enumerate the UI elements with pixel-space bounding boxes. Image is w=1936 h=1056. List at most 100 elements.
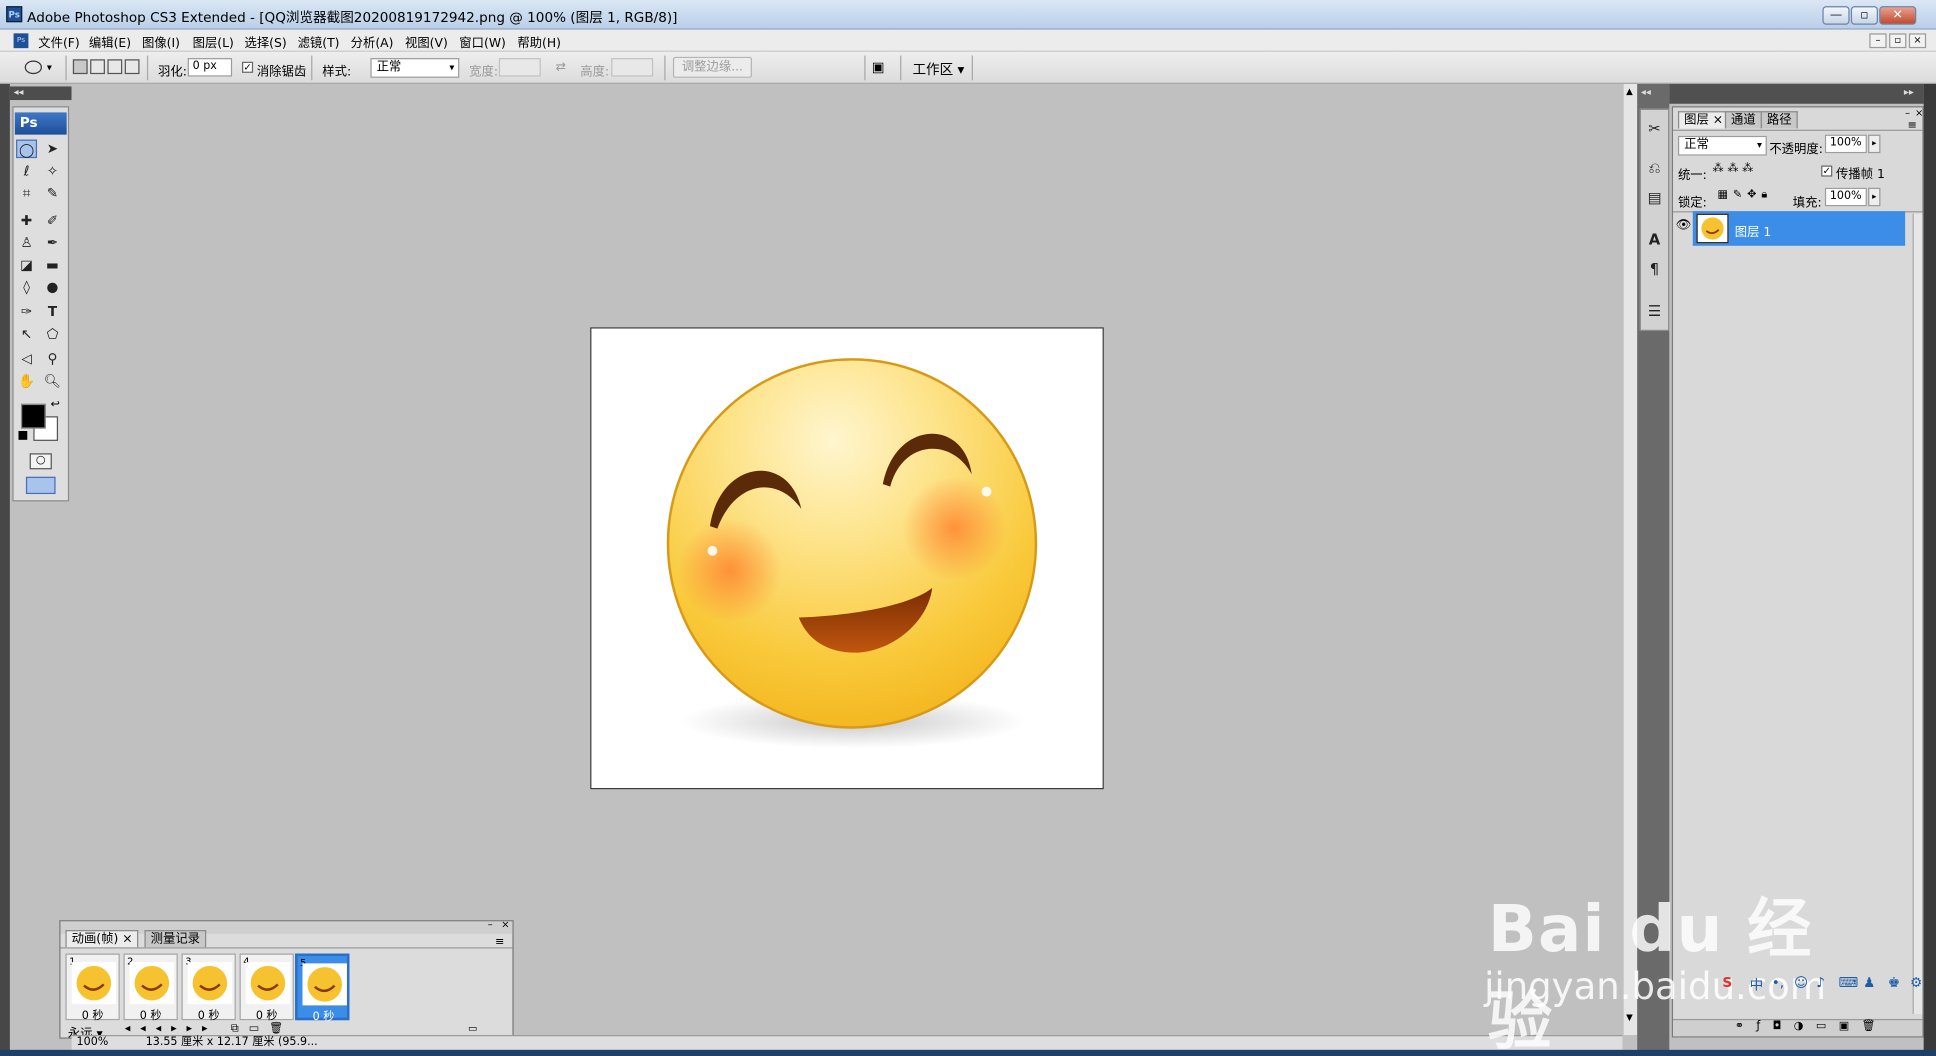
crop-tool[interactable]: ⌗ bbox=[16, 184, 37, 203]
frame-delay[interactable]: 0 秒 bbox=[67, 1007, 119, 1022]
animation-frame-selected[interactable]: 5 0 秒 bbox=[295, 953, 350, 1024]
pen-tool[interactable]: ✑ bbox=[16, 303, 37, 322]
elliptical-marquee-tool[interactable]: ◯ bbox=[16, 139, 38, 159]
layer-action-icons[interactable]: ⚭ƒ◘◑▭▣🗑︎ bbox=[1735, 1020, 1888, 1032]
panel-close-icon[interactable]: × bbox=[501, 919, 509, 930]
minimize-button[interactable]: — bbox=[1822, 6, 1850, 25]
punctuation-icon[interactable]: •, bbox=[1772, 974, 1784, 990]
layer-row[interactable]: 图层 1 bbox=[1692, 211, 1906, 246]
add-selection-icon[interactable] bbox=[90, 59, 105, 75]
document-info[interactable]: 13.55 厘米 x 12.17 厘米 (95.9... bbox=[146, 1036, 318, 1050]
keyboard-icon[interactable]: ⌨ bbox=[1838, 974, 1858, 990]
magic-wand-tool[interactable]: ✧ bbox=[42, 162, 63, 181]
foreground-color-swatch[interactable] bbox=[20, 403, 46, 429]
style-select[interactable]: 正常 ▾ bbox=[370, 58, 460, 78]
menu-window[interactable]: 窗口(W) bbox=[459, 32, 506, 51]
scroll-down-icon[interactable]: ▼ bbox=[1626, 1013, 1633, 1023]
frame-delay[interactable]: 0 秒 bbox=[298, 1008, 350, 1024]
animation-frame[interactable]: 2 0 秒 bbox=[123, 953, 178, 1023]
frame-delay[interactable]: 0 秒 bbox=[183, 1007, 235, 1022]
eye-visibility-icon[interactable]: 👁︎ bbox=[1675, 219, 1691, 233]
subtract-selection-icon[interactable] bbox=[107, 59, 123, 75]
ime-mode-icon[interactable]: 中 bbox=[1750, 974, 1764, 994]
dock-expand-icon[interactable]: ◂◂ bbox=[1641, 86, 1651, 97]
playback-controls[interactable]: ◂◂◂▸▸▸ bbox=[125, 1023, 218, 1035]
toolbox-collapse-bar[interactable]: ◂◂ bbox=[9, 86, 72, 101]
emoji-icon[interactable]: ☺ bbox=[1794, 974, 1808, 990]
gradient-tool[interactable]: ▬ bbox=[42, 256, 63, 275]
opacity-input[interactable]: 100% bbox=[1824, 134, 1867, 154]
user-icon[interactable]: ♟ bbox=[1863, 974, 1875, 990]
animation-frame[interactable]: 3 0 秒 bbox=[181, 953, 236, 1023]
menu-layer[interactable]: 图层(L) bbox=[193, 32, 234, 51]
antialias-checkbox[interactable]: ✓ bbox=[242, 61, 254, 73]
doc-restore-button[interactable]: ▫ bbox=[1889, 33, 1907, 49]
animation-frame[interactable]: 1 0 秒 bbox=[65, 953, 120, 1023]
timeline-toggle-icon[interactable]: ▭ bbox=[468, 1023, 477, 1034]
fill-input[interactable]: 100% bbox=[1824, 187, 1867, 207]
voice-icon[interactable]: ♪ bbox=[1816, 974, 1825, 990]
refine-edge-button[interactable]: 调整边缘... bbox=[672, 56, 752, 78]
panel-minimize-icon[interactable]: – bbox=[488, 919, 493, 930]
lasso-tool[interactable]: ℓ bbox=[16, 162, 37, 181]
quick-mask-icon[interactable]: ○ bbox=[29, 453, 52, 470]
eyedropper-tool[interactable]: ⚲ bbox=[42, 350, 63, 369]
new-selection-icon[interactable] bbox=[72, 59, 88, 75]
unify-icons[interactable]: ⁂⁂⁂ bbox=[1713, 163, 1757, 175]
menu-image[interactable]: 图像(I) bbox=[142, 32, 180, 51]
swap-icon[interactable]: ⇄ bbox=[556, 61, 566, 75]
frame-delay[interactable]: 0 秒 bbox=[125, 1007, 177, 1022]
maximize-button[interactable]: ▫ bbox=[1850, 6, 1878, 25]
hand-tool[interactable]: ✋ bbox=[16, 372, 37, 391]
clone-stamp-tool[interactable]: ♙ bbox=[16, 233, 37, 252]
zoom-tool[interactable]: 🔍︎ bbox=[42, 372, 63, 391]
chevron-down-icon[interactable]: ▾ bbox=[47, 62, 52, 73]
type-tool[interactable]: T bbox=[42, 303, 63, 322]
info-panel-icon[interactable]: ☰ bbox=[1643, 300, 1665, 322]
opacity-slider-button[interactable]: ▸ bbox=[1868, 134, 1881, 154]
menu-edit[interactable]: 编辑(E) bbox=[89, 32, 131, 51]
skin-icon[interactable]: ♚ bbox=[1888, 974, 1900, 990]
brush-tool[interactable]: ✐ bbox=[42, 211, 63, 230]
fill-slider-button[interactable]: ▸ bbox=[1868, 187, 1881, 207]
tab-channels[interactable]: 通道 bbox=[1724, 111, 1762, 129]
sogou-ime-icon[interactable]: S bbox=[1722, 974, 1732, 990]
history-brush-tool[interactable]: ✒ bbox=[42, 233, 63, 252]
shape-tool[interactable]: ⬠ bbox=[42, 325, 63, 344]
actions-panel-icon[interactable]: ▤ bbox=[1643, 187, 1665, 209]
doc-close-button[interactable]: × bbox=[1908, 33, 1927, 49]
panel-close-icon[interactable]: × bbox=[1915, 107, 1923, 118]
healing-brush-tool[interactable]: ✚ bbox=[16, 211, 37, 230]
blur-tool[interactable]: ◊ bbox=[16, 278, 37, 297]
panel-minimize-icon[interactable]: – bbox=[1905, 107, 1910, 118]
menu-file[interactable]: 文件(F) bbox=[38, 32, 79, 51]
document-icon[interactable]: Ps bbox=[13, 33, 29, 49]
canvas-vertical-scrollbar[interactable]: ▲ ▼ bbox=[1622, 83, 1638, 1036]
frame-action-icons[interactable]: ⧉▭🗑︎ bbox=[231, 1023, 293, 1035]
intersect-selection-icon[interactable] bbox=[124, 59, 140, 75]
scroll-up-icon[interactable]: ▲ bbox=[1626, 86, 1633, 96]
frame-delay[interactable]: 0 秒 bbox=[241, 1007, 293, 1022]
doc-minimize-button[interactable]: – bbox=[1869, 33, 1887, 49]
close-button[interactable]: ✕ bbox=[1879, 6, 1917, 25]
tab-paths[interactable]: 路径 bbox=[1760, 111, 1798, 129]
path-selection-tool[interactable]: ↖ bbox=[16, 325, 37, 344]
layers-scrollbar[interactable] bbox=[1912, 213, 1923, 1015]
move-tool[interactable]: ➤ bbox=[42, 140, 63, 159]
bridge-icon[interactable]: ▣ bbox=[872, 59, 892, 75]
tab-layers[interactable]: 图层 × bbox=[1677, 111, 1730, 129]
height-input[interactable] bbox=[611, 58, 654, 77]
eraser-tool[interactable]: ◪ bbox=[16, 256, 37, 275]
document-canvas[interactable] bbox=[590, 327, 1104, 790]
animation-frame[interactable]: 4 0 秒 bbox=[239, 953, 294, 1023]
width-input[interactable] bbox=[498, 58, 541, 77]
menu-view[interactable]: 视图(V) bbox=[405, 32, 448, 51]
elliptical-marquee-preset-icon[interactable] bbox=[24, 60, 42, 75]
menu-help[interactable]: 帮助(H) bbox=[517, 32, 561, 51]
notes-tool[interactable]: ◁ bbox=[16, 350, 37, 369]
menu-analysis[interactable]: 分析(A) bbox=[351, 32, 394, 51]
swap-colors-icon[interactable]: ↩ bbox=[51, 399, 60, 411]
character-panel-icon[interactable]: A bbox=[1643, 228, 1665, 250]
slice-tool[interactable]: ✎ bbox=[42, 184, 63, 203]
navigator-panel-icon[interactable]: ✂ bbox=[1643, 117, 1665, 139]
